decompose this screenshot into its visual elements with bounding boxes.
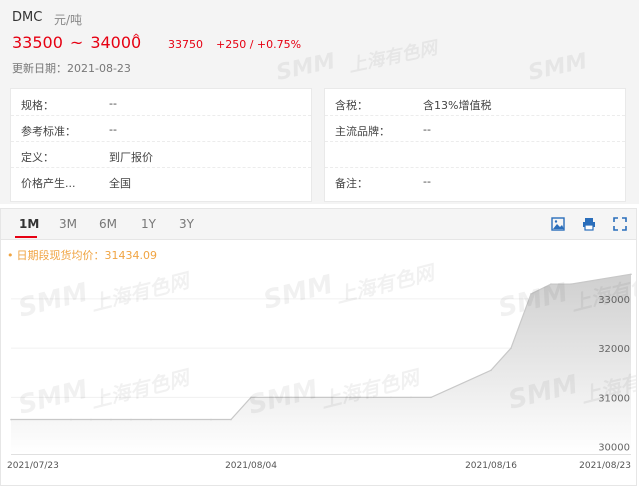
spec-label: 参考标准： <box>21 125 76 138</box>
spec-label: 规格： <box>21 99 54 112</box>
area-chart: 300003100032000330002021/07/23 2021/08/04… <box>7 260 636 471</box>
price-range: 33500 ~34000 <box>12 33 141 52</box>
spec-value: 含13%增值税 <box>423 99 492 112</box>
spec-label: 备注： <box>335 177 368 190</box>
spec-row: 参考标准： -- <box>11 119 311 142</box>
spec-table-left: 规格： -- 参考标准： -- 定义： 到厂报价 价格产生... 全国 <box>10 88 312 202</box>
spec-label: 主流品牌： <box>335 125 390 138</box>
watermark-text: 上海有色网 <box>347 37 442 77</box>
product-header: DMC 元/吨 33500 ~34000 ^ 33750 +250 / +0.75… <box>0 0 639 204</box>
spec-row: 定义： 到厂报价 <box>11 145 311 168</box>
data-point <box>70 418 72 421</box>
watermark-brand: SMM <box>15 278 91 324</box>
data-point <box>150 418 152 421</box>
data-point <box>630 273 632 276</box>
watermark-brand: SMM <box>526 49 590 86</box>
spec-row: 含税： 含13%增值税 <box>325 93 625 116</box>
data-point <box>490 369 492 372</box>
average-price: 33750 <box>168 38 203 51</box>
spec-label: 价格产生... <box>21 177 76 190</box>
watermark-brand: SMM <box>274 49 338 86</box>
data-point <box>230 418 232 421</box>
data-point <box>130 418 132 421</box>
price-chart-panel: 1M 3M 6M 1Y 3Y • 日期段现货均价：31434.09 30000 31… <box>0 208 637 486</box>
spec-row: 价格产生... 全国 <box>11 171 311 193</box>
spec-label: 含税： <box>335 99 368 112</box>
product-name: DMC <box>12 10 43 25</box>
data-point <box>390 396 392 399</box>
price-change: +250 / +0.75% <box>216 38 302 51</box>
data-point <box>210 418 212 421</box>
spec-value: -- <box>109 97 117 110</box>
data-point <box>510 347 512 349</box>
watermark-brand: SMM <box>15 375 91 421</box>
watermark-brand: SMM <box>260 270 336 316</box>
data-point <box>10 418 12 421</box>
spec-value: -- <box>109 123 117 136</box>
spec-label: 定义： <box>21 151 54 164</box>
update-value: 2021-08-23 <box>67 62 131 75</box>
x-tick-label: 2021/08/23 <box>579 461 631 471</box>
data-point <box>410 396 412 399</box>
spec-value: 到厂报价 <box>109 151 153 164</box>
y-tick-label: 32000 <box>598 344 630 355</box>
update-label: 更新日期： <box>12 62 67 75</box>
x-tick-label: 2021/08/04 <box>225 461 277 471</box>
watermark-text: 上海有色网 <box>88 268 194 316</box>
up-arrow-icon: ^ <box>132 33 141 44</box>
data-point <box>570 283 572 285</box>
x-tick-label: 2021/08/16 <box>465 461 517 471</box>
spec-value: -- <box>423 123 431 136</box>
spec-row: 主流品牌： -- <box>325 119 625 142</box>
update-date: 更新日期：2021-08-23 <box>12 60 131 76</box>
x-tick-label: 2021/07/23 <box>7 461 59 471</box>
product-unit: 元/吨 <box>54 13 83 27</box>
price-low: 33500 <box>12 33 63 52</box>
data-point <box>110 418 112 421</box>
y-tick-label: 30000 <box>598 443 630 454</box>
range-separator: ~ <box>69 33 84 52</box>
spec-value: -- <box>423 175 431 188</box>
watermark-text: 上海有色网 <box>88 365 194 413</box>
watermark-text: 上海有色网 <box>333 260 439 308</box>
spec-row <box>325 145 625 168</box>
spec-row: 备注： -- <box>325 171 625 193</box>
data-point <box>90 418 92 421</box>
spec-value: 全国 <box>109 177 131 190</box>
spec-row: 规格： -- <box>11 93 311 116</box>
spec-table-right: 含税： 含13%增值税 主流品牌： -- 备注： -- <box>324 88 626 202</box>
data-point <box>430 396 432 399</box>
